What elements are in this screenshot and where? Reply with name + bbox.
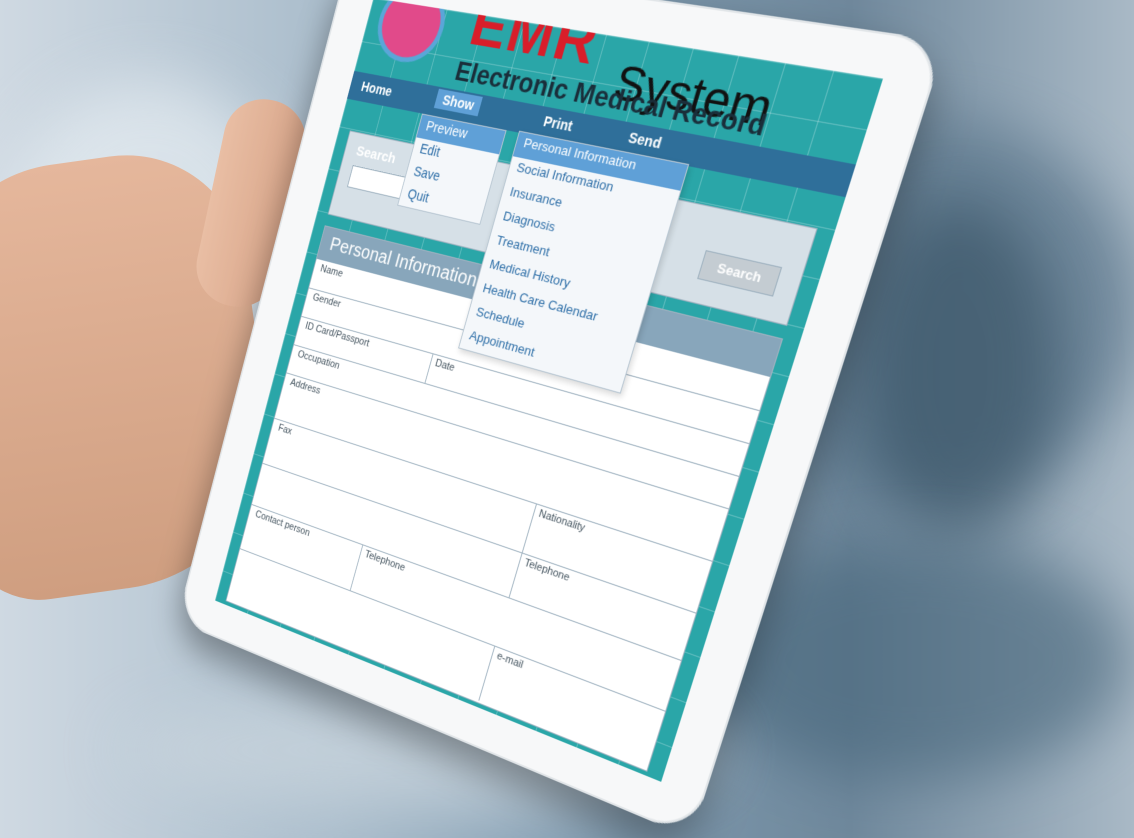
- divider: [478, 645, 495, 700]
- divider: [509, 552, 523, 597]
- tablet: EMR System Electronic Medical Record Hom…: [177, 0, 947, 838]
- logo-icon: [369, 0, 453, 68]
- nav-print[interactable]: Print: [542, 113, 575, 134]
- divider: [522, 503, 537, 552]
- divider: [425, 353, 434, 383]
- field-date[interactable]: Date: [434, 357, 456, 374]
- field-gender[interactable]: Gender: [312, 292, 342, 310]
- field-name[interactable]: Name: [319, 263, 344, 280]
- nav-home[interactable]: Home: [360, 79, 394, 100]
- divider: [350, 544, 363, 590]
- nav-send[interactable]: Send: [627, 129, 664, 152]
- search-label: Search: [355, 143, 398, 167]
- search-button[interactable]: Search: [697, 250, 782, 297]
- field-fax[interactable]: Fax: [277, 422, 293, 437]
- nav-show[interactable]: Show: [434, 89, 483, 117]
- tablet-wrapper: EMR System Electronic Medical Record Hom…: [70, 0, 950, 790]
- tablet-screen: EMR System Electronic Medical Record Hom…: [215, 0, 883, 782]
